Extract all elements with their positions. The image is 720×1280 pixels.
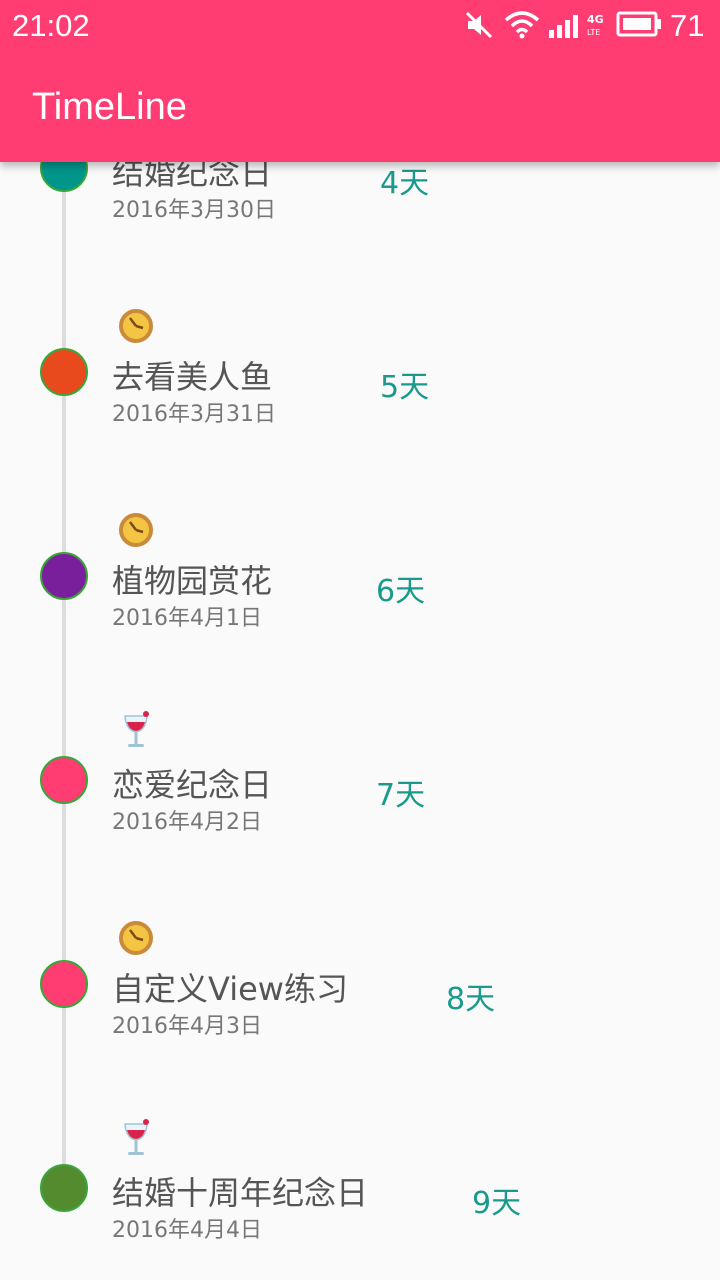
status-time: 21:02 <box>12 8 90 43</box>
signal-icon <box>549 15 578 38</box>
clock-icon <box>119 921 153 955</box>
toolbar-title: TimeLine <box>32 86 187 128</box>
mute-icon <box>465 11 493 39</box>
battery-level: 71 <box>670 8 705 43</box>
screen: 21:02 4G LTE 71 TimeLine 结婚纪念日 2016年3月30… <box>0 0 720 1280</box>
days-count: 5天 <box>380 370 430 405</box>
event-title: 结婚十周年纪念日 <box>112 1174 369 1212</box>
timeline-item[interactable]: 恋爱纪念日 2016年4月2日 7天 <box>0 612 720 835</box>
event-title: 植物园赏花 <box>112 562 273 600</box>
clock-icon <box>119 309 153 343</box>
days-count: 8天 <box>446 982 496 1017</box>
timeline-item[interactable]: 结婚十周年纪念日 2016年4月4日 9天 <box>0 1020 720 1243</box>
wifi-icon <box>504 11 540 39</box>
event-title: 恋爱纪念日 <box>112 766 273 804</box>
days-count: 6天 <box>376 574 426 609</box>
timeline-node <box>40 960 88 1008</box>
timeline-node <box>40 1164 88 1212</box>
status-bar: 21:02 4G LTE 71 <box>0 0 720 50</box>
days-count: 7天 <box>376 778 426 813</box>
timeline-item[interactable]: 去看美人鱼 2016年3月31日 5天 <box>0 204 720 427</box>
svg-text:4G: 4G <box>587 13 604 26</box>
4g-lte-icon: 4G LTE <box>587 13 604 37</box>
clock-icon <box>119 513 153 547</box>
battery-icon <box>616 11 661 37</box>
days-count: 9天 <box>472 1186 522 1221</box>
app-toolbar: TimeLine <box>0 50 720 162</box>
event-title: 自定义View练习 <box>112 970 348 1008</box>
wine-glass-icon <box>124 711 149 747</box>
event-date: 2016年4月4日 <box>112 1218 262 1243</box>
timeline-node <box>40 756 88 804</box>
days-count: 4天 <box>380 166 430 201</box>
timeline-list[interactable]: 结婚纪念日 2016年3月30日 4天 去看美人鱼 2016年3月31日 5天 <box>0 0 720 1280</box>
timeline-item[interactable]: 自定义View练习 2016年4月3日 8天 <box>0 816 720 1039</box>
timeline-node <box>40 552 88 600</box>
timeline-node <box>40 348 88 396</box>
timeline-item[interactable]: 植物园赏花 2016年4月1日 6天 <box>0 408 720 631</box>
svg-text:LTE: LTE <box>587 28 600 37</box>
event-title: 去看美人鱼 <box>112 358 273 396</box>
wine-glass-icon <box>124 1119 149 1155</box>
